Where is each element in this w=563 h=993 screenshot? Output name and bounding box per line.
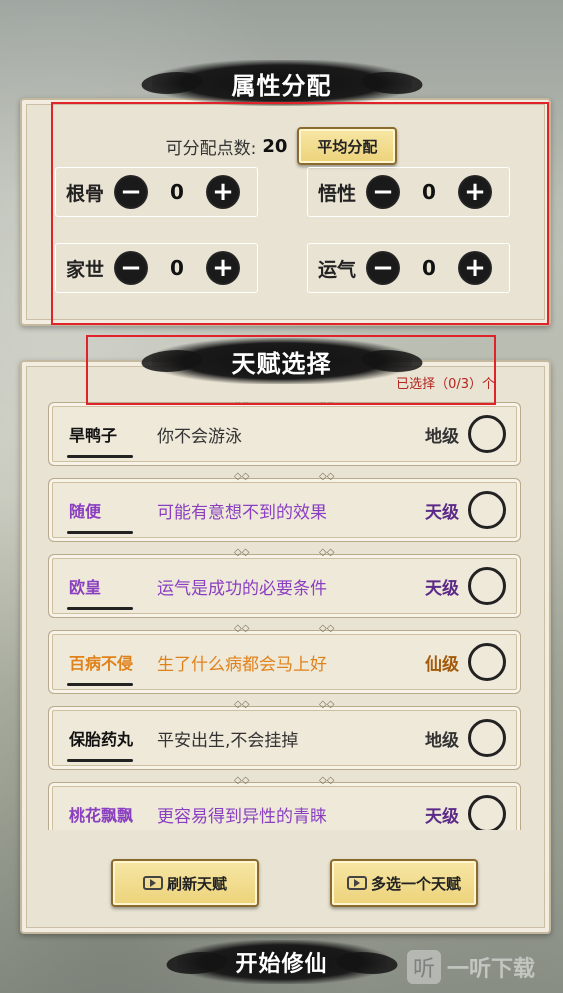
ornament-icon: ◇◇ [319, 699, 335, 710]
talent-tier: 天级 [425, 806, 459, 827]
ornament-icon: ◇◇ [319, 775, 335, 786]
plus-button[interactable]: + [458, 251, 492, 285]
talent-select-radio[interactable] [468, 719, 506, 757]
talent-name: 随便 [49, 498, 157, 534]
talent-select-radio[interactable] [468, 795, 506, 830]
talent-list[interactable]: ◇◇ ◇◇ 旱鸭子 你不会游泳 地级 ◇◇ ◇◇ 随便 可能有意想不到的效果 天… [48, 402, 521, 830]
ornament-icon: ◇◇ [234, 471, 250, 482]
talent-desc: 可能有意想不到的效果 [157, 502, 327, 523]
talent-tier: 仙级 [425, 654, 459, 675]
talent-name: 旱鸭子 [49, 422, 157, 458]
plus-button[interactable]: + [206, 175, 240, 209]
talent-select-radio[interactable] [468, 567, 506, 605]
minus-button[interactable]: − [366, 251, 400, 285]
talent-name: 欧皇 [49, 574, 157, 610]
ornament-icon: ◇◇ [234, 623, 250, 634]
talent-desc: 更容易得到异性的青睐 [157, 806, 327, 827]
attribute-yunqi: 运气 − 0 + [307, 243, 510, 293]
minus-button[interactable]: − [114, 175, 148, 209]
talent-tier: 地级 [425, 426, 459, 447]
talent-item[interactable]: ◇◇ ◇◇ 保胎药丸 平安出生,不会挂掉 地级 [48, 699, 521, 770]
points-label: 可分配点数: [165, 138, 257, 159]
points-value: 20 [262, 135, 288, 157]
ornament-icon: ◇◇ [319, 623, 335, 634]
talent-desc: 生了什么病都会马上好 [157, 654, 327, 675]
minus-button[interactable]: − [114, 251, 148, 285]
plus-button[interactable]: + [206, 251, 240, 285]
ornament-icon: ◇◇ [319, 402, 334, 406]
talent-select-radio[interactable] [468, 491, 506, 529]
refresh-label: 刷新天赋 [166, 874, 227, 893]
ornament-icon: ◇◇ [234, 699, 250, 710]
attribute-value: 0 [170, 256, 184, 280]
attribute-value: 0 [422, 180, 436, 204]
attribute-genggu: 根骨 − 0 + [55, 167, 258, 217]
attribute-jiashi: 家世 − 0 + [55, 243, 258, 293]
attribute-name: 家世 [65, 258, 104, 281]
selected-count: 已选择（0/3）个 [396, 377, 495, 392]
talent-title: 天赋选择 [151, 338, 412, 384]
talent-tier: 天级 [425, 578, 459, 599]
talent-item[interactable]: ◇◇ ◇◇ 欧皇 运气是成功的必要条件 天级 [48, 547, 521, 618]
talent-item[interactable]: ◇◇ ◇◇ 桃花飘飘 更容易得到异性的青睐 天级 [48, 775, 521, 830]
talent-item[interactable]: ◇◇ ◇◇ 随便 可能有意想不到的效果 天级 [48, 471, 521, 542]
start-button[interactable]: 开始修仙 [176, 940, 387, 984]
extra-label: 多选一个天赋 [370, 874, 461, 893]
talent-select-radio[interactable] [468, 415, 506, 453]
attribute-name: 运气 [317, 258, 356, 281]
talent-name: 桃花飘飘 [49, 802, 157, 826]
talent-name: 保胎药丸 [49, 726, 157, 762]
extra-talent-button[interactable]: 多选一个天赋 [330, 859, 478, 907]
points-row: 可分配点数: 20 平均分配 [0, 127, 563, 165]
talent-name: 百病不侵 [49, 650, 157, 686]
attribute-value: 0 [422, 256, 436, 280]
talent-item[interactable]: ◇◇ ◇◇ 百病不侵 生了什么病都会马上好 仙级 [48, 623, 521, 694]
ornament-icon: ◇◇ [319, 547, 335, 558]
average-allocate-button[interactable]: 平均分配 [297, 127, 398, 165]
attribute-wuxing: 悟性 − 0 + [307, 167, 510, 217]
talent-desc: 运气是成功的必要条件 [157, 578, 327, 599]
ornament-icon: ◇◇ [234, 775, 250, 786]
watermark: 听 一听下载 [407, 945, 559, 989]
attribute-name: 根骨 [65, 182, 104, 205]
watermark-text: 一听下载 [447, 957, 536, 982]
attribute-value: 0 [170, 180, 184, 204]
refresh-talent-button[interactable]: 刷新天赋 [111, 859, 259, 907]
minus-button[interactable]: − [366, 175, 400, 209]
watermark-logo-icon: 听 [407, 950, 441, 984]
talent-desc: 你不会游泳 [157, 426, 242, 447]
talent-select-radio[interactable] [468, 643, 506, 681]
ornament-icon: ◇◇ [234, 402, 249, 406]
video-icon [142, 876, 163, 890]
talent-desc: 平安出生,不会挂掉 [157, 730, 299, 751]
ornament-icon: ◇◇ [234, 547, 250, 558]
plus-button[interactable]: + [458, 175, 492, 209]
ornament-icon: ◇◇ [319, 471, 335, 482]
talent-tier: 地级 [425, 730, 459, 751]
video-icon [346, 876, 367, 890]
attribute-title: 属性分配 [151, 60, 412, 106]
talent-item[interactable]: ◇◇ ◇◇ 旱鸭子 你不会游泳 地级 [48, 402, 521, 466]
attribute-name: 悟性 [317, 182, 356, 205]
talent-tier: 天级 [425, 502, 459, 523]
